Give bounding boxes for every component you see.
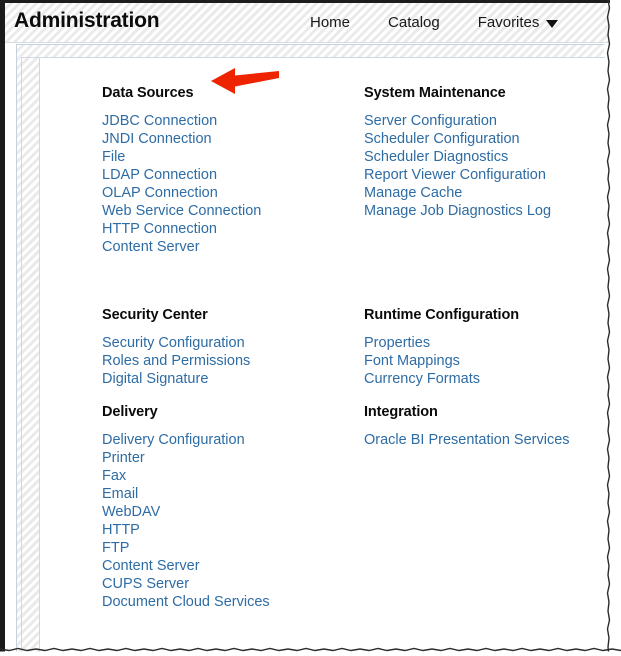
inner-frame-strip	[21, 57, 39, 656]
list-item: HTTP Connection	[102, 220, 352, 238]
list-item: Content Server	[102, 238, 352, 256]
list-item: Currency Formats	[364, 370, 604, 388]
link-roles-and-permissions[interactable]: Roles and Permissions	[102, 352, 250, 370]
link-digital-signature[interactable]: Digital Signature	[102, 370, 208, 388]
link-web-service-connection[interactable]: Web Service Connection	[102, 202, 261, 220]
page-edge-top	[0, 0, 621, 3]
link-currency-formats[interactable]: Currency Formats	[364, 370, 480, 388]
link-list-integration: Oracle BI Presentation Services	[364, 431, 604, 449]
list-item: JNDI Connection	[102, 130, 352, 148]
link-report-viewer-configuration[interactable]: Report Viewer Configuration	[364, 166, 546, 184]
page-edge-left	[0, 0, 5, 656]
link-printer[interactable]: Printer	[102, 449, 145, 467]
group-security-center: Security Center Security Configuration R…	[102, 307, 352, 388]
link-oracle-bi-presentation-services[interactable]: Oracle BI Presentation Services	[364, 431, 570, 449]
list-item: Scheduler Configuration	[364, 130, 604, 148]
header-divider	[5, 42, 609, 43]
caret-down-icon	[546, 20, 559, 28]
link-content-server[interactable]: Content Server	[102, 238, 200, 256]
link-list-system-maintenance: Server Configuration Scheduler Configura…	[364, 112, 604, 220]
link-email[interactable]: Email	[102, 485, 138, 503]
link-list-security-center: Security Configuration Roles and Permiss…	[102, 334, 352, 388]
link-manage-cache[interactable]: Manage Cache	[364, 184, 462, 202]
list-item: Server Configuration	[364, 112, 604, 130]
torn-edge-bottom	[0, 647, 621, 656]
link-jdbc-connection[interactable]: JDBC Connection	[102, 112, 217, 130]
list-item: CUPS Server	[102, 575, 352, 593]
link-ftp[interactable]: FTP	[102, 539, 129, 557]
list-item: Scheduler Diagnostics	[364, 148, 604, 166]
list-item: Font Mappings	[364, 352, 604, 370]
group-title-runtime-configuration: Runtime Configuration	[364, 307, 519, 323]
link-cups-server[interactable]: CUPS Server	[102, 575, 189, 593]
list-item: Printer	[102, 449, 352, 467]
link-delivery-configuration[interactable]: Delivery Configuration	[102, 431, 245, 449]
group-integration: Integration Oracle BI Presentation Servi…	[364, 404, 604, 449]
link-scheduler-diagnostics[interactable]: Scheduler Diagnostics	[364, 148, 508, 166]
link-document-cloud-services[interactable]: Document Cloud Services	[102, 593, 270, 611]
group-title-delivery: Delivery	[102, 404, 158, 420]
list-item: Manage Job Diagnostics Log	[364, 202, 604, 220]
link-server-configuration[interactable]: Server Configuration	[364, 112, 497, 130]
page-title: Administration	[14, 9, 160, 32]
list-item: Digital Signature	[102, 370, 352, 388]
link-webdav[interactable]: WebDAV	[102, 503, 160, 521]
link-content-server-delivery[interactable]: Content Server	[102, 557, 200, 575]
list-item: Web Service Connection	[102, 202, 352, 220]
list-item: Properties	[364, 334, 604, 352]
list-item: Email	[102, 485, 352, 503]
list-item: File	[102, 148, 352, 166]
screenshot-root: Administration Home Catalog Favorites Da…	[0, 0, 621, 656]
app-header: Administration Home Catalog Favorites	[5, 3, 609, 42]
link-jndi-connection[interactable]: JNDI Connection	[102, 130, 212, 148]
link-manage-job-diagnostics-log[interactable]: Manage Job Diagnostics Log	[364, 202, 551, 220]
list-item: OLAP Connection	[102, 184, 352, 202]
group-title-data-sources: Data Sources	[102, 85, 194, 101]
list-item: Fax	[102, 467, 352, 485]
nav-item-home[interactable]: Home	[310, 14, 350, 31]
list-item: Document Cloud Services	[102, 593, 352, 611]
group-title-security-center: Security Center	[102, 307, 208, 323]
list-item: LDAP Connection	[102, 166, 352, 184]
content-panel: Data Sources JDBC Connection JNDI Connec…	[39, 57, 605, 656]
link-http-connection[interactable]: HTTP Connection	[102, 220, 217, 238]
group-title-system-maintenance: System Maintenance	[364, 85, 506, 101]
link-list-runtime-configuration: Properties Font Mappings Currency Format…	[364, 334, 604, 388]
list-item: Roles and Permissions	[102, 352, 352, 370]
link-properties[interactable]: Properties	[364, 334, 430, 352]
list-item: WebDAV	[102, 503, 352, 521]
link-fax[interactable]: Fax	[102, 467, 126, 485]
nav-item-favorites-label: Favorites	[477, 14, 540, 31]
link-ldap-connection[interactable]: LDAP Connection	[102, 166, 217, 184]
torn-edge-right	[606, 0, 621, 656]
list-item: FTP	[102, 539, 352, 557]
link-font-mappings[interactable]: Font Mappings	[364, 352, 460, 370]
list-item: Content Server	[102, 557, 352, 575]
link-http[interactable]: HTTP	[102, 521, 140, 539]
group-runtime-configuration: Runtime Configuration Properties Font Ma…	[364, 307, 604, 388]
list-item: Security Configuration	[102, 334, 352, 352]
list-item: Oracle BI Presentation Services	[364, 431, 604, 449]
link-list-data-sources: JDBC Connection JNDI Connection File LDA…	[102, 112, 352, 256]
group-title-integration: Integration	[364, 404, 438, 420]
link-list-delivery: Delivery Configuration Printer Fax Email…	[102, 431, 352, 611]
list-item: JDBC Connection	[102, 112, 352, 130]
list-item: Report Viewer Configuration	[364, 166, 604, 184]
global-nav: Home Catalog Favorites	[310, 14, 559, 31]
nav-item-catalog[interactable]: Catalog	[388, 14, 440, 31]
group-system-maintenance: System Maintenance Server Configuration …	[364, 85, 604, 220]
group-data-sources: Data Sources JDBC Connection JNDI Connec…	[102, 85, 352, 256]
link-file[interactable]: File	[102, 148, 125, 166]
list-item: Delivery Configuration	[102, 431, 352, 449]
list-item: HTTP	[102, 521, 352, 539]
link-olap-connection[interactable]: OLAP Connection	[102, 184, 218, 202]
list-item: Manage Cache	[364, 184, 604, 202]
link-security-configuration[interactable]: Security Configuration	[102, 334, 245, 352]
group-delivery: Delivery Delivery Configuration Printer …	[102, 404, 352, 611]
link-scheduler-configuration[interactable]: Scheduler Configuration	[364, 130, 520, 148]
nav-item-favorites[interactable]: Favorites	[478, 14, 559, 31]
